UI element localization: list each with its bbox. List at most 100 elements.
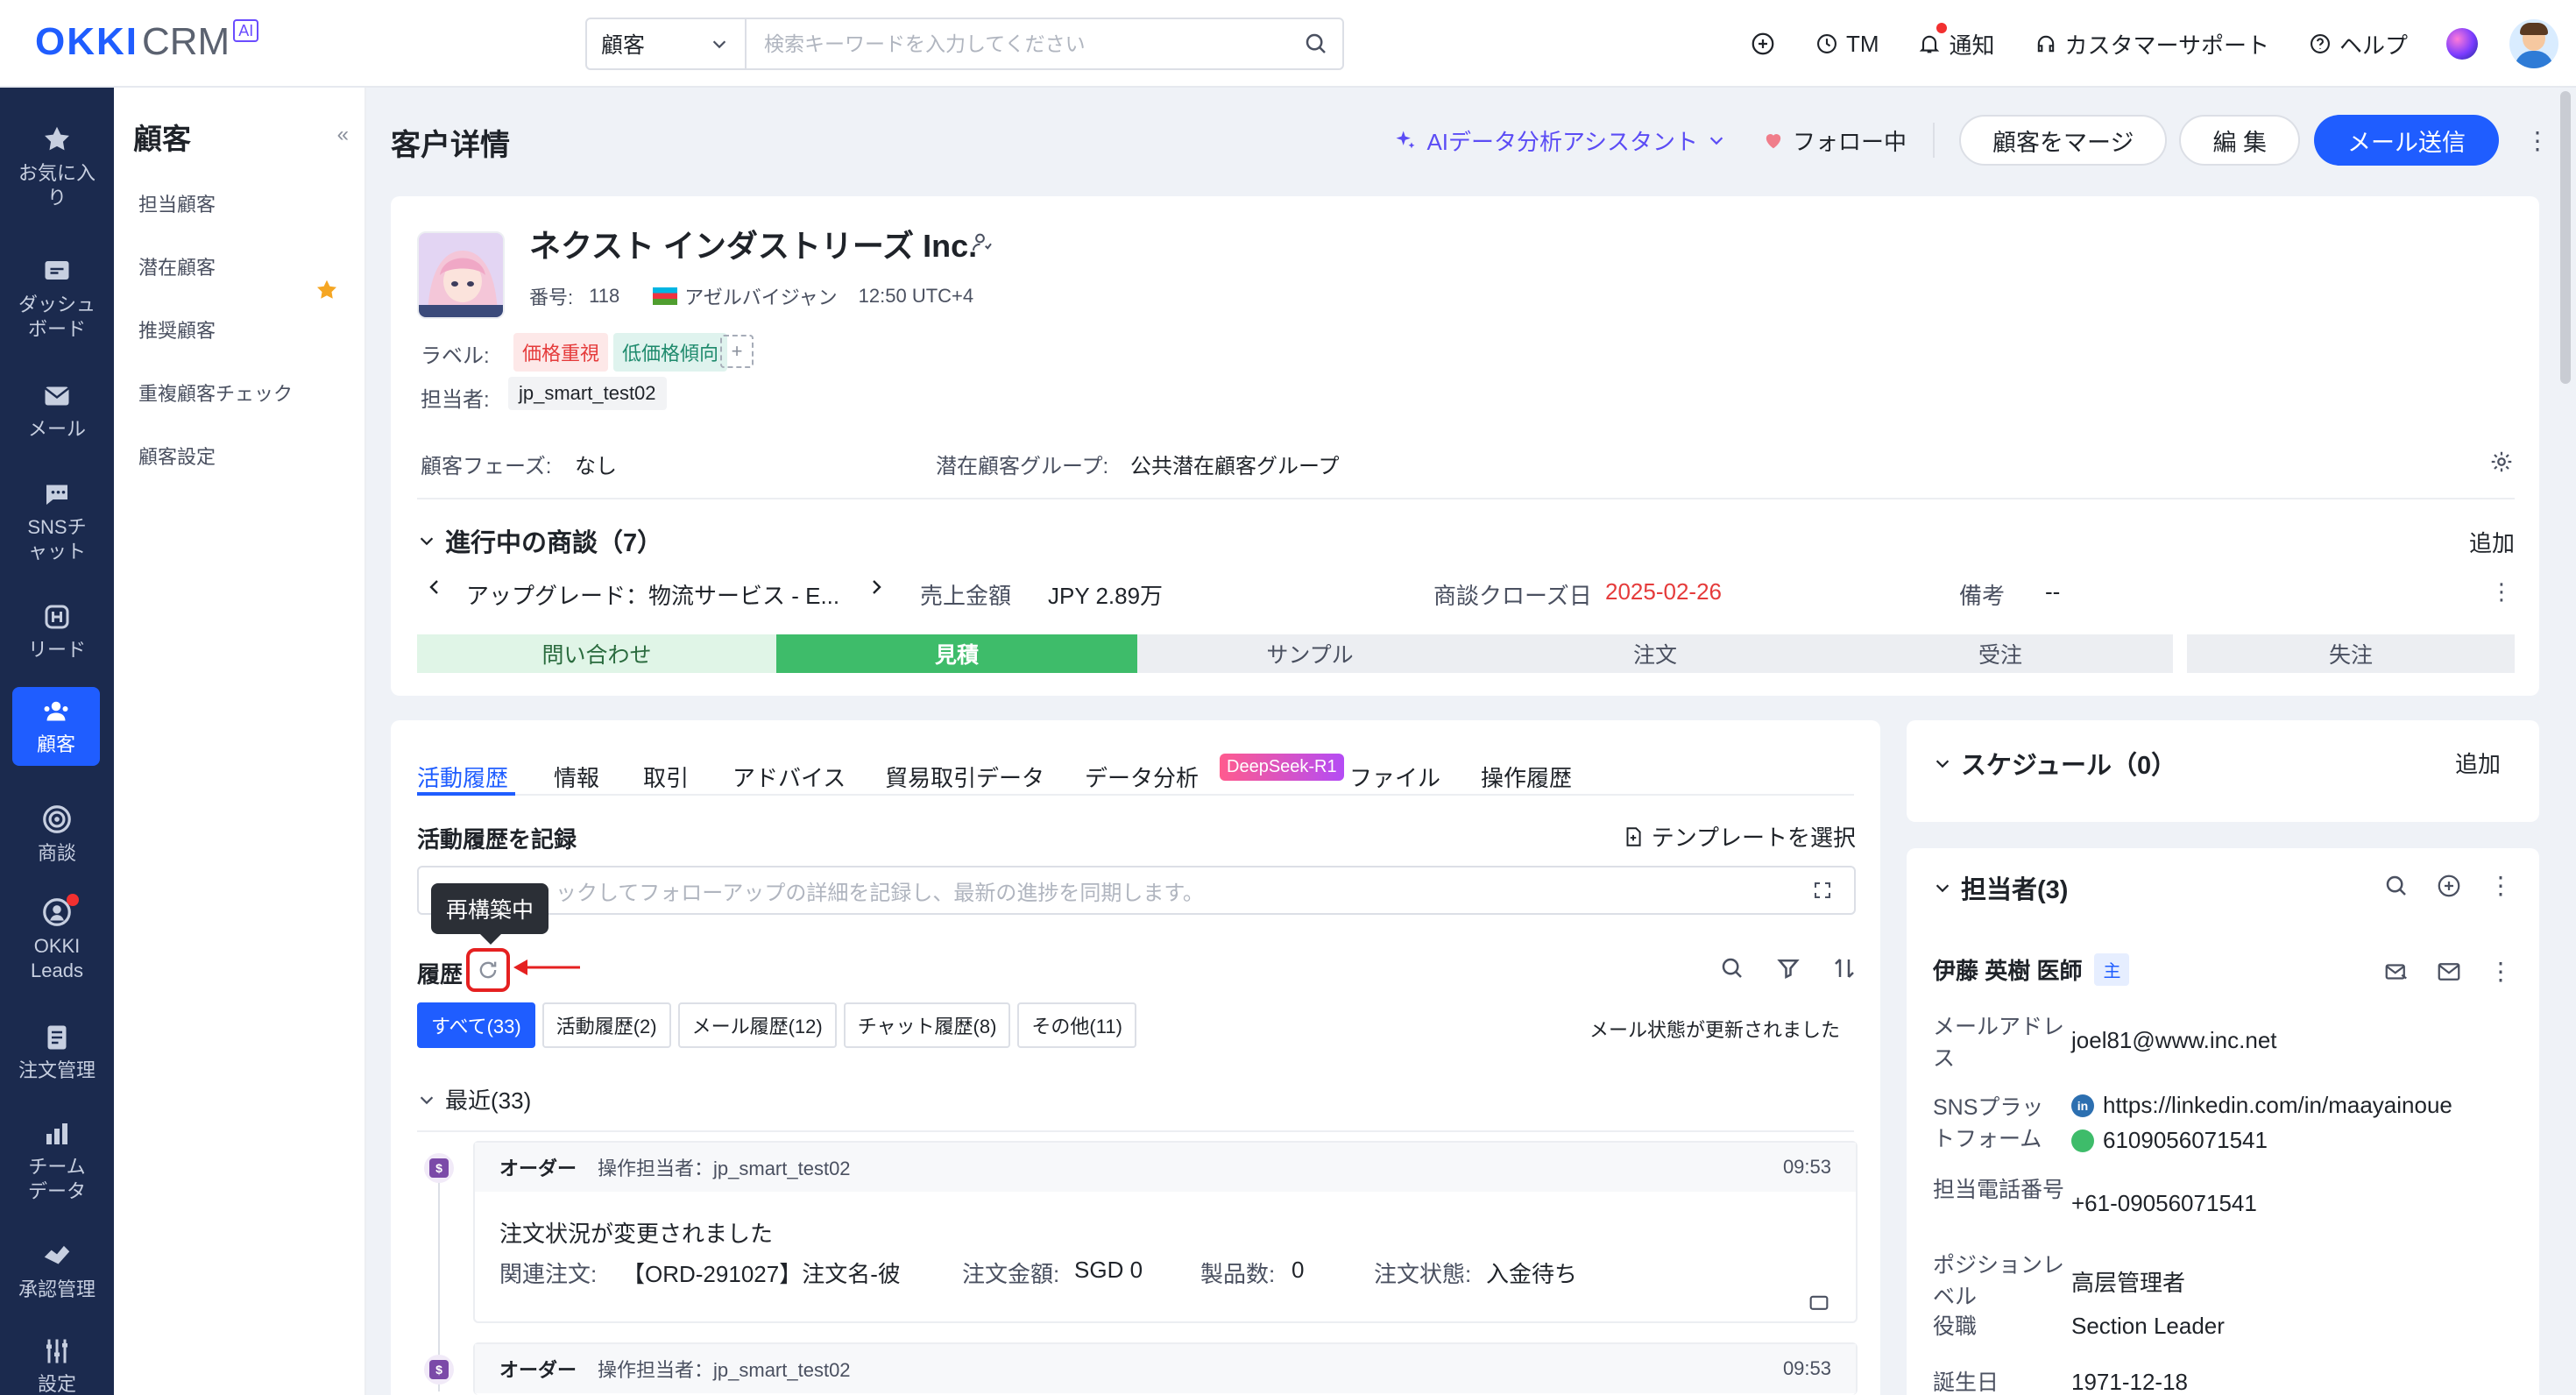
refresh-button[interactable]	[466, 948, 510, 992]
stage-quote[interactable]: 見積	[776, 634, 1137, 673]
filter-mail[interactable]: メール履歴(12)	[677, 1002, 837, 1048]
tab-advice[interactable]: アドバイス	[732, 761, 846, 793]
next-deal-button[interactable]	[866, 577, 887, 604]
more-options-icon[interactable]: ⋮	[2488, 957, 2513, 986]
nav-okki-leads[interactable]: OKKI Leads	[0, 894, 114, 983]
entry-fields: 関連注文: 【ORD-291027】注文名-彼 注文金額: SGD 0 製品数:…	[499, 1257, 1849, 1292]
support-button[interactable]: カスタマーサポート	[2034, 28, 2269, 60]
okki-crm-logo[interactable]: OKKI CRM AI	[35, 16, 259, 68]
phone-value[interactable]: +61-09056071541	[2071, 1190, 2257, 1217]
subnav-item-duplicate[interactable]: 重複顧客チェック	[138, 379, 293, 407]
expand-icon[interactable]	[1812, 880, 1833, 901]
notification-button[interactable]: 通知	[1917, 22, 1995, 60]
tab-activity[interactable]: 活動履歴	[417, 761, 508, 793]
follow-toggle[interactable]: フォロー中	[1761, 123, 1936, 158]
ai-assistant-dropdown[interactable]: AIデータ分析アシスタント	[1393, 124, 1726, 157]
current-deal-name[interactable]: アップグレード：物流サービス - E...	[466, 578, 839, 611]
user-avatar[interactable]	[2509, 19, 2558, 68]
stage-sample[interactable]: サンプル	[1137, 634, 1483, 673]
filter-chat[interactable]: チャット履歴(8)	[843, 1002, 1011, 1048]
more-options-icon[interactable]: ⋮	[2488, 871, 2513, 900]
tab-info[interactable]: 情報	[554, 761, 599, 793]
nav-lead[interactable]: リード	[0, 601, 114, 662]
whatsapp-row[interactable]: 6109056071541	[2071, 1127, 2268, 1154]
add-schedule-button[interactable]: 追加	[2455, 747, 2501, 779]
search-icon[interactable]	[2383, 873, 2410, 899]
send-mail-button[interactable]: メール送信	[2314, 115, 2499, 166]
stage-lost[interactable]: 失注	[2187, 634, 2515, 673]
deal-more-icon[interactable]: ⋮	[2490, 578, 2513, 605]
create-button[interactable]	[1750, 31, 1776, 57]
contacts-toggle[interactable]: 担当者(3)	[1933, 869, 2068, 906]
nav-approval[interactable]: 承認管理	[0, 1239, 114, 1302]
prev-deal-button[interactable]	[424, 577, 445, 604]
subnav-item-potential[interactable]: 潜在顧客	[138, 252, 216, 280]
contact-name[interactable]: 伊藤 英樹 医師	[1933, 953, 2082, 986]
tab-transaction[interactable]: 取引	[643, 761, 689, 793]
mail-send-icon[interactable]	[2383, 959, 2410, 985]
owner-chip[interactable]: jp_smart_test02	[508, 377, 667, 410]
more-options-icon[interactable]: ⋮	[2525, 126, 2550, 155]
deals-toggle[interactable]: 進行中の商談（7）	[417, 522, 662, 559]
customer-avatar[interactable]	[417, 231, 505, 319]
nav-sns-chat[interactable]: SNSチャット	[0, 478, 114, 564]
page-scrollbar[interactable]	[2560, 91, 2571, 384]
stage-won[interactable]: 受注	[1828, 634, 2173, 673]
tab-files[interactable]: ファイル	[1349, 761, 1440, 793]
linkedin-row[interactable]: in https://linkedin.com/in/maayainoue	[2071, 1092, 2452, 1119]
nav-team-data[interactable]: チームデータ	[0, 1118, 114, 1204]
tm-button[interactable]: TM	[1815, 31, 1879, 58]
email-value[interactable]: joel81@www.inc.net	[2071, 1027, 2277, 1054]
assign-user-icon[interactable]	[969, 230, 995, 256]
activity-record-input[interactable]: ックしてフォローアップの詳細を記録し、最新の進捗を同期します。	[417, 866, 1856, 915]
stage-order[interactable]: 注文	[1483, 634, 1828, 673]
subnav-item-recommended[interactable]: 推奨顧客	[138, 315, 216, 343]
sort-icon[interactable]	[1831, 955, 1858, 981]
nav-order[interactable]: 注文管理	[0, 1022, 114, 1083]
gear-icon[interactable]	[2488, 449, 2515, 475]
search-input[interactable]	[747, 19, 1290, 68]
ai-orb-button[interactable]	[2446, 28, 2478, 60]
add-tag-button[interactable]: +	[720, 335, 754, 368]
filter-all[interactable]: すべて(33)	[417, 1002, 535, 1048]
nav-settings[interactable]: 設定	[0, 1335, 114, 1395]
nav-deal[interactable]: 商談	[0, 803, 114, 866]
nav-favorites[interactable]: お気に入り	[0, 123, 114, 210]
filter-icon[interactable]	[1775, 955, 1801, 981]
nav-customer[interactable]: 顧客	[12, 687, 100, 766]
tab-data-analysis[interactable]: データ分析	[1085, 761, 1199, 793]
tab-operation-history[interactable]: 操作履歴	[1481, 761, 1572, 793]
mail-icon[interactable]	[2436, 959, 2462, 985]
subnav-item-my-customers[interactable]: 担当顧客	[138, 189, 216, 217]
nav-mail[interactable]: メール	[0, 380, 114, 442]
schedule-toggle[interactable]: スケジュール（0）	[1933, 745, 2176, 782]
collapse-button[interactable]: «	[337, 123, 349, 147]
subnav-item-settings[interactable]: 顧客設定	[138, 442, 216, 470]
recent-group-toggle[interactable]: 最近(33)	[417, 1083, 531, 1115]
favorite-star-icon[interactable]	[314, 277, 340, 303]
order-event-icon: $	[424, 1153, 454, 1183]
select-template-button[interactable]: テンプレートを選択	[1622, 820, 1856, 853]
notification-dot	[1936, 22, 1948, 33]
related-order-link[interactable]: 【ORD-291027】注文名-彼	[622, 1257, 901, 1289]
help-button[interactable]: ヘルプ	[2308, 28, 2408, 60]
search-scope-select[interactable]: 顧客	[587, 19, 747, 68]
comment-icon[interactable]	[1807, 1292, 1831, 1316]
edit-button[interactable]: 編 集	[2179, 115, 2300, 166]
merge-customer-button[interactable]: 顧客をマージ	[1959, 115, 2168, 166]
tag-price-focus[interactable]: 価格重視	[513, 333, 609, 372]
stage-inquiry[interactable]: 問い合わせ	[417, 634, 776, 673]
add-deal-button[interactable]: 追加	[2469, 526, 2515, 558]
tab-trade-data[interactable]: 貿易取引データ	[885, 761, 1044, 793]
search-button[interactable]	[1290, 31, 1342, 57]
nav-dashboard[interactable]: ダッシュボード	[0, 256, 114, 342]
logo-ai-badge: AI	[233, 19, 259, 42]
timeline-entry[interactable]: オーダー 操作担当者：jp_smart_test02 09:53 注文状況が変更…	[473, 1141, 1858, 1323]
timeline-entry[interactable]: オーダー 操作担当者：jp_smart_test02 09:53	[473, 1342, 1858, 1395]
filter-activity[interactable]: 活動履歴(2)	[541, 1002, 671, 1048]
plus-circle-icon[interactable]	[2436, 873, 2462, 899]
search-icon[interactable]	[1719, 955, 1745, 981]
filter-other[interactable]: その他(11)	[1017, 1002, 1136, 1048]
nav-label: 顧客	[36, 733, 75, 755]
tag-low-price[interactable]: 低価格傾向	[613, 333, 728, 372]
